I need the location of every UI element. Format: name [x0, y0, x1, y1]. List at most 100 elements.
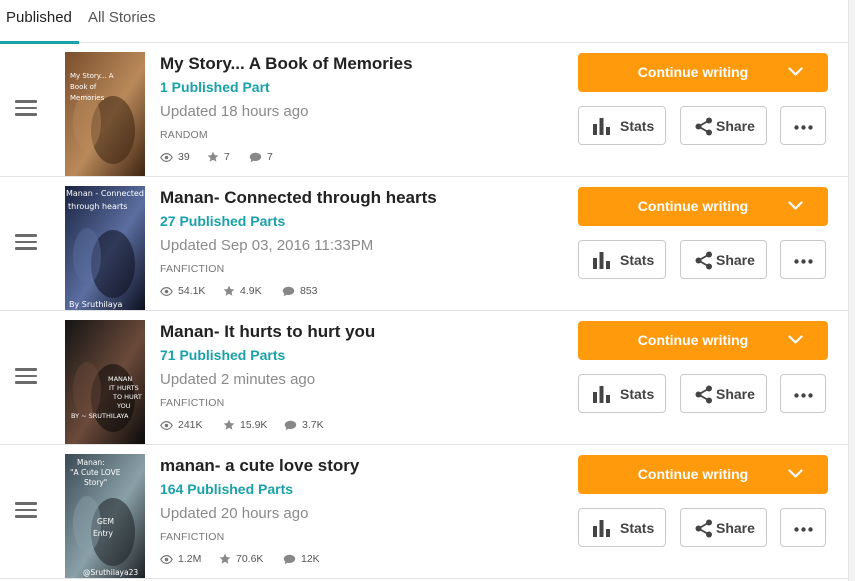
story-cover[interactable]: Manan: "A Cute LOVE Story" GEM Entry @Sruthil… — [65, 454, 145, 578]
drag-handle-icon[interactable] — [15, 502, 37, 518]
more-options-button[interactable] — [780, 240, 826, 279]
reads-stat: 1.2M — [160, 553, 201, 565]
chevron-down-icon[interactable] — [788, 335, 803, 344]
story-cover[interactable]: My Story... A Book of Memories — [65, 52, 145, 176]
votes-count: 70.6K — [236, 553, 264, 565]
tab-all-stories[interactable]: All Stories — [88, 0, 156, 43]
story-title[interactable]: My Story... A Book of Memories — [160, 54, 413, 74]
star-icon — [223, 285, 235, 296]
share-label: Share — [716, 118, 755, 134]
more-options-button[interactable] — [780, 106, 826, 145]
tab-published[interactable]: Published — [0, 0, 79, 44]
story-title[interactable]: Manan- It hurts to hurt you — [160, 322, 375, 342]
published-parts[interactable]: 164 Published Parts — [160, 481, 293, 497]
cover-text: GEM — [97, 517, 114, 526]
updated-time: Updated 2 minutes ago — [160, 371, 316, 388]
cover-text: TO HURT — [112, 393, 142, 401]
cover-text: Book of — [70, 83, 97, 91]
eye-icon — [160, 554, 173, 564]
comment-icon — [284, 420, 297, 430]
reads-count: 54.1K — [178, 285, 206, 297]
continue-writing-button[interactable]: Continue writing — [578, 187, 828, 226]
cover-text: Story" — [84, 478, 107, 487]
stats-button[interactable]: Stats — [578, 508, 666, 547]
continue-writing-button[interactable]: Continue writing — [578, 455, 828, 494]
stats-button[interactable]: Stats — [578, 106, 666, 145]
share-button[interactable]: Share — [680, 374, 767, 413]
bar-chart-icon — [593, 520, 610, 537]
story-title[interactable]: manan- a cute love story — [160, 456, 359, 476]
drag-handle-icon[interactable] — [15, 368, 37, 384]
more-options-button[interactable] — [780, 374, 826, 413]
continue-writing-button[interactable]: Continue writing — [578, 53, 828, 92]
published-parts[interactable]: 1 Published Part — [160, 79, 270, 95]
cover-text: IT HURTS — [109, 384, 139, 392]
comments-stat: 12K — [283, 553, 320, 565]
cover-art: My Story... A Book of Memories — [65, 52, 145, 176]
cover-text: YOU — [116, 402, 131, 410]
chevron-down-icon[interactable] — [788, 469, 803, 478]
bar-chart-icon — [593, 118, 610, 135]
votes-stat: 15.9K — [223, 419, 267, 431]
drag-handle-icon[interactable] — [15, 100, 37, 116]
share-icon — [695, 251, 712, 270]
drag-handle-icon[interactable] — [15, 234, 37, 250]
cover-text: By Sruthilaya — [69, 300, 122, 309]
continue-writing-label: Continue writing — [637, 198, 749, 214]
comments-count: 853 — [300, 285, 318, 297]
eye-icon — [160, 286, 173, 296]
story-title[interactable]: Manan- Connected through hearts — [160, 188, 437, 208]
votes-stat: 70.6K — [219, 553, 263, 565]
chevron-down-icon[interactable] — [788, 67, 803, 76]
comments-count: 7 — [267, 151, 273, 163]
comments-stat: 3.7K — [284, 419, 324, 431]
more-dots-icon — [794, 259, 813, 264]
share-icon — [695, 519, 712, 538]
votes-stat: 7 — [207, 151, 230, 163]
votes-count: 4.9K — [240, 285, 262, 297]
cover-art: Manan:"A Cute LOVEStory" GEM Entry @Sruthil… — [65, 454, 145, 578]
story-row: My Story... A Book of Memories My Story...… — [0, 43, 848, 177]
comment-icon — [249, 152, 262, 162]
star-icon — [223, 419, 235, 430]
cover-art: MANANIT HURTSTO HURTYOU BY ~ SRUTHILAYA — [65, 320, 145, 444]
share-label: Share — [716, 386, 755, 402]
bar-chart-icon — [593, 386, 610, 403]
story-cover[interactable]: MANAN IT HURTS TO HURT YOU BY ~ SRUTHILAYA — [65, 320, 145, 444]
share-button[interactable]: Share — [680, 240, 767, 279]
continue-writing-button[interactable]: Continue writing — [578, 321, 828, 360]
stats-button[interactable]: Stats — [578, 240, 666, 279]
published-parts[interactable]: 71 Published Parts — [160, 347, 285, 363]
stats-button[interactable]: Stats — [578, 374, 666, 413]
story-cover[interactable]: Manan - Connected through hearts By Sruthi… — [65, 186, 145, 310]
cover-text: "A Cute LOVE — [70, 468, 121, 477]
updated-time: Updated 20 hours ago — [160, 505, 309, 522]
star-icon — [207, 151, 219, 162]
share-label: Share — [716, 520, 755, 536]
reads-count: 241K — [178, 419, 203, 431]
comments-stat: 7 — [249, 151, 273, 163]
more-options-button[interactable] — [780, 508, 826, 547]
story-row: MANAN IT HURTS TO HURT YOU BY ~ SRUTHILAYA M… — [0, 311, 848, 445]
votes-count: 15.9K — [240, 419, 268, 431]
share-button[interactable]: Share — [680, 508, 767, 547]
more-dots-icon — [794, 393, 813, 398]
scrollbar-track[interactable] — [848, 0, 855, 581]
stats-label: Stats — [620, 252, 655, 268]
stats-label: Stats — [620, 118, 655, 134]
published-parts[interactable]: 27 Published Parts — [160, 213, 285, 229]
chevron-down-icon[interactable] — [788, 201, 803, 210]
reads-stat: 39 — [160, 151, 190, 163]
comments-count: 12K — [301, 553, 320, 565]
reads-stat: 241K — [160, 419, 203, 431]
share-button[interactable]: Share — [680, 106, 767, 145]
reads-count: 1.2M — [178, 553, 202, 565]
share-label: Share — [716, 252, 755, 268]
share-icon — [695, 117, 712, 136]
share-icon — [695, 385, 712, 404]
story-row: Manan: "A Cute LOVE Story" GEM Entry @Sruthil… — [0, 445, 848, 579]
reads-count: 39 — [178, 151, 190, 163]
story-category: FANFICTION — [160, 263, 225, 275]
votes-count: 7 — [224, 151, 230, 163]
eye-icon — [160, 152, 173, 162]
